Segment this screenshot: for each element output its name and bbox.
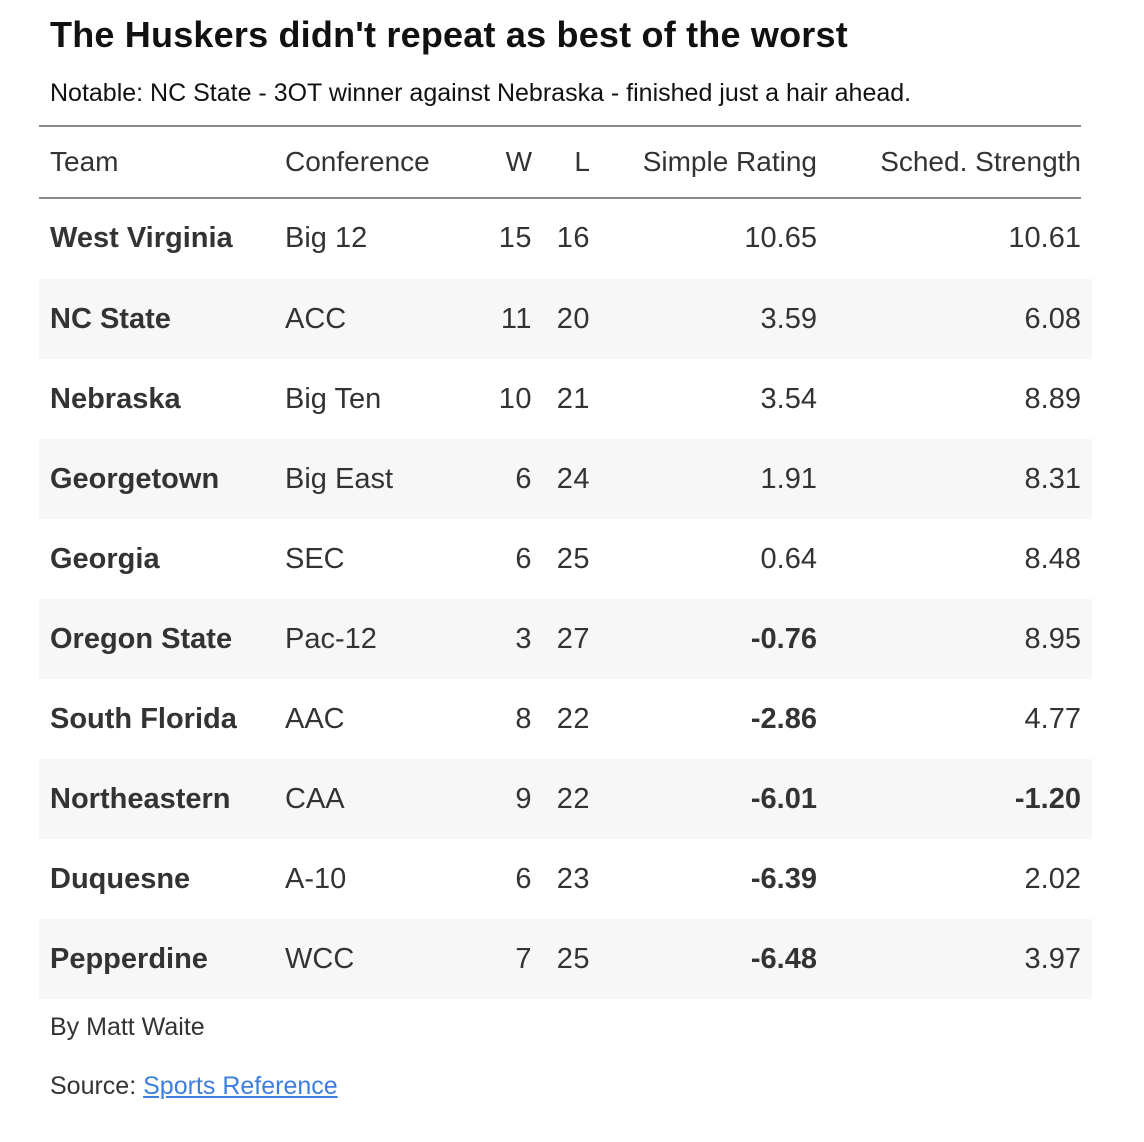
cell-conference: CAA: [285, 759, 477, 839]
table-row: West Virginia Big 12 15 16 10.65 10.61: [39, 197, 1092, 279]
cell-wins: 7: [477, 919, 532, 999]
table-row: Northeastern CAA 9 22 -6.01 -1.20: [39, 759, 1092, 839]
cell-losses: 20: [532, 279, 590, 359]
page-title: The Huskers didn't repeat as best of the…: [50, 14, 848, 55]
cell-wins: 15: [498, 221, 532, 254]
column-header-team: Team: [50, 146, 119, 177]
cell-team: Northeastern: [39, 759, 285, 839]
cell-wins: 8: [515, 702, 532, 735]
cell-losses: 22: [532, 759, 590, 839]
cell-simple-rating: 3.54: [760, 382, 817, 415]
cell-team: Nebraska: [50, 382, 181, 415]
cell-sched-strength: 6.08: [817, 279, 1092, 359]
cell-simple-rating: 0.64: [760, 542, 817, 575]
cell-simple-rating: 3.59: [590, 279, 817, 359]
cell-simple-rating: 1.91: [590, 439, 817, 519]
cell-losses: 16: [556, 221, 590, 254]
source-label: Source:: [50, 1072, 137, 1100]
cell-conference: Big Ten: [285, 382, 382, 415]
cell-wins: 9: [477, 759, 532, 839]
table-row: Duquesne A-10 6 23 -6.39 2.02: [39, 839, 1092, 919]
cell-losses: 24: [532, 439, 590, 519]
cell-team: South Florida: [50, 702, 237, 735]
cell-simple-rating: -6.39: [750, 862, 817, 895]
table-row: Georgetown Big East 6 24 1.91 8.31: [39, 439, 1092, 519]
cell-team: Duquesne: [50, 862, 191, 895]
table-row: NC State ACC 11 20 3.59 6.08: [39, 279, 1092, 359]
cell-wins: 6: [515, 862, 532, 895]
cell-conference: ACC: [285, 279, 477, 359]
cell-sched-strength: 8.95: [817, 599, 1092, 679]
cell-sched-strength: 8.89: [1024, 382, 1081, 415]
cell-conference: Big 12: [285, 221, 368, 254]
cell-sched-strength: 4.77: [1024, 702, 1081, 735]
cell-losses: 27: [532, 599, 590, 679]
cell-simple-rating: -2.86: [750, 702, 817, 735]
table-body: West Virginia Big 12 15 16 10.65 10.61 NC Stat…: [39, 197, 1092, 999]
cell-conference: AAC: [285, 702, 345, 735]
header-row: Team Conference W L Simple Rating Sched.…: [39, 127, 1092, 197]
cell-team: Georgia: [50, 542, 160, 575]
cell-losses: 22: [556, 702, 590, 735]
cell-losses: 25: [532, 919, 590, 999]
table-row: Pepperdine WCC 7 25 -6.48 3.97: [39, 919, 1092, 999]
cell-simple-rating: -0.76: [590, 599, 817, 679]
cell-simple-rating: -6.48: [590, 919, 817, 999]
cell-wins: 6: [515, 542, 532, 575]
cell-losses: 23: [556, 862, 590, 895]
column-header-conference: Conference: [285, 146, 430, 177]
stats-table: Team Conference W L Simple Rating Sched.…: [39, 127, 1092, 999]
cell-simple-rating: -6.01: [590, 759, 817, 839]
cell-team: Oregon State: [39, 599, 285, 679]
column-header-l: L: [574, 146, 590, 177]
column-header-simple-rating: Simple Rating: [642, 146, 817, 177]
cell-sched-strength: 10.61: [1008, 221, 1081, 254]
cell-team: Pepperdine: [39, 919, 285, 999]
table-row: South Florida AAC 8 22 -2.86 4.77: [39, 679, 1092, 759]
table-row: Nebraska Big Ten 10 21 3.54 8.89: [39, 359, 1092, 439]
cell-conference: Big East: [285, 439, 477, 519]
cell-sched-strength: -1.20: [817, 759, 1092, 839]
source-line: Source: Sports Reference: [50, 1072, 338, 1101]
column-header-w: W: [505, 146, 532, 177]
cell-team: West Virginia: [50, 221, 233, 254]
cell-wins: 11: [477, 279, 532, 359]
cell-wins: 10: [498, 382, 532, 415]
cell-sched-strength: 3.97: [817, 919, 1092, 999]
cell-sched-strength: 8.48: [1024, 542, 1081, 575]
cell-conference: A-10: [285, 862, 347, 895]
cell-wins: 6: [477, 439, 532, 519]
cell-conference: WCC: [285, 919, 477, 999]
cell-losses: 21: [556, 382, 590, 415]
table-row: Georgia SEC 6 25 0.64 8.48: [39, 519, 1092, 599]
page-subtitle: Notable: NC State - 3OT winner against N…: [50, 79, 912, 107]
cell-conference: SEC: [285, 542, 345, 575]
cell-sched-strength: 8.31: [817, 439, 1092, 519]
column-header-sched-strength: Sched. Strength: [880, 146, 1081, 177]
source-link[interactable]: Sports Reference: [143, 1072, 338, 1100]
cell-wins: 3: [477, 599, 532, 679]
byline: By Matt Waite: [50, 1013, 205, 1041]
cell-team: Georgetown: [39, 439, 285, 519]
cell-simple-rating: 10.65: [744, 221, 817, 254]
cell-conference: Pac-12: [285, 599, 477, 679]
cell-team: NC State: [39, 279, 285, 359]
header-divider: [39, 197, 1081, 199]
cell-losses: 25: [556, 542, 590, 575]
cell-sched-strength: 2.02: [1024, 862, 1081, 895]
table-row: Oregon State Pac-12 3 27 -0.76 8.95: [39, 599, 1092, 679]
